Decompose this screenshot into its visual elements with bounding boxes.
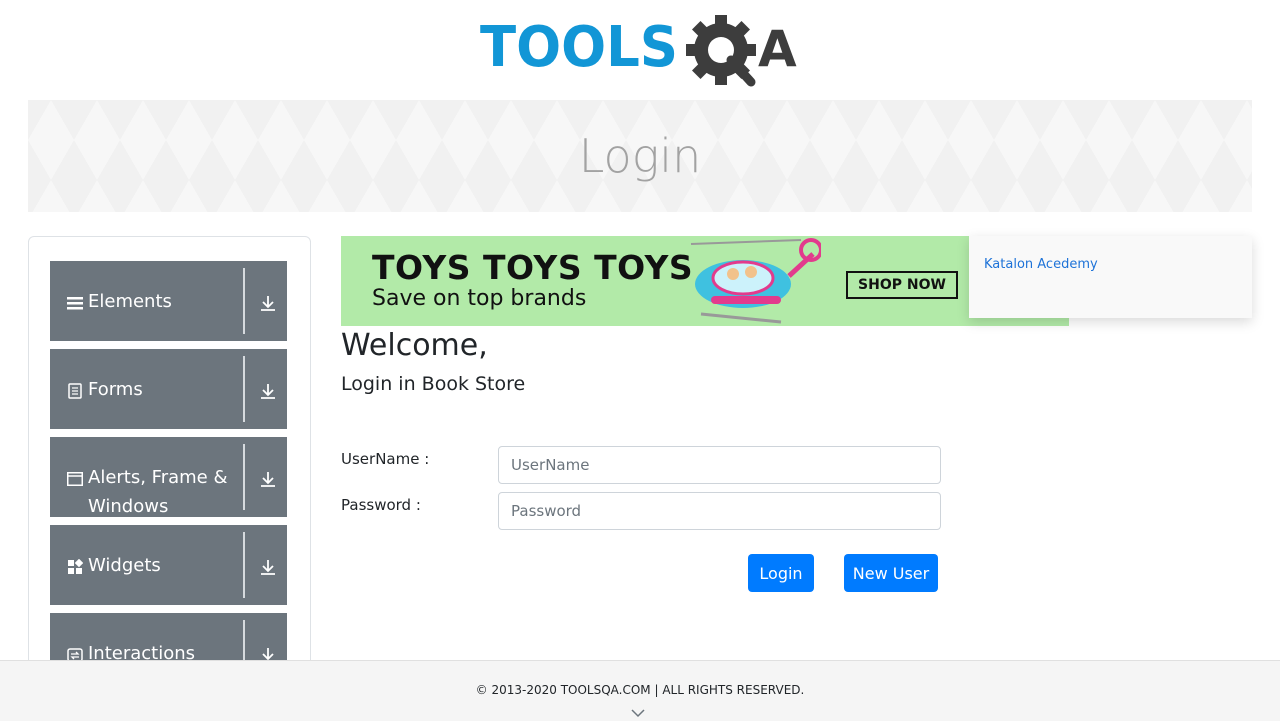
shop-now-button[interactable]: SHOP NOW: [846, 271, 958, 299]
page-banner: Login: [28, 100, 1252, 212]
toolsqa-logo[interactable]: TOOLS A: [480, 14, 804, 92]
logo-text-a: A: [758, 20, 797, 78]
sidebar-group-label: Alerts, Frame & Windows: [88, 467, 228, 517]
divider: [243, 532, 245, 598]
ad-subline: Save on top brands: [372, 286, 587, 311]
chevron-down-icon[interactable]: [631, 708, 645, 718]
download-arrow-icon[interactable]: [258, 557, 278, 577]
sidebar-group-widgets[interactable]: Widgets: [50, 525, 287, 605]
helicopter-toy-image: [690, 238, 821, 324]
password-input[interactable]: [498, 492, 941, 530]
divider: [243, 356, 245, 422]
sidebar-group-elements[interactable]: Elements: [50, 261, 287, 341]
download-arrow-icon[interactable]: [258, 381, 278, 401]
ad-popup: Katalon Acedemy: [969, 236, 1252, 318]
ad-headline: TOYS TOYS TOYS: [372, 248, 694, 287]
password-label: Password :: [341, 496, 421, 514]
divider: [243, 268, 245, 334]
sidebar-group-alerts[interactable]: Alerts, Frame & Windows: [50, 437, 287, 517]
download-arrow-icon[interactable]: [258, 469, 278, 489]
page-title: Login: [578, 129, 702, 183]
sidebar-group-forms[interactable]: Forms: [50, 349, 287, 429]
download-arrow-icon[interactable]: [258, 293, 278, 313]
sidebar-group-label: Elements: [88, 291, 172, 312]
window-icon: [67, 472, 83, 486]
logo-text-tools: TOOLS: [480, 15, 678, 80]
sidebar-group-label: Forms: [88, 379, 143, 400]
username-label: UserName :: [341, 450, 430, 468]
copyright-text: © 2013-2020 TOOLSQA.COM | ALL RIGHTS RES…: [475, 683, 805, 697]
welcome-heading: Welcome,: [341, 328, 488, 363]
divider: [243, 444, 245, 510]
katalon-academy-link[interactable]: Katalon Acedemy: [984, 257, 1098, 272]
left-panel: Elements Forms Alerts, Frame & Windows W…: [28, 236, 311, 693]
list-icon: [67, 297, 83, 310]
new-user-button[interactable]: New User: [844, 554, 938, 592]
widgets-icon: [68, 559, 83, 574]
logo-graphic: TOOLS A: [480, 15, 797, 87]
login-subtitle: Login in Book Store: [341, 373, 526, 395]
ad-banner[interactable]: TOYS TOYS TOYS Save on top brands SHOP N…: [341, 236, 1069, 326]
username-input[interactable]: [498, 446, 941, 484]
document-icon: [68, 383, 82, 399]
sidebar-group-label: Widgets: [88, 555, 161, 576]
footer: © 2013-2020 TOOLSQA.COM | ALL RIGHTS RES…: [0, 660, 1280, 721]
login-button[interactable]: Login: [748, 554, 814, 592]
gear-icon: [686, 15, 756, 87]
